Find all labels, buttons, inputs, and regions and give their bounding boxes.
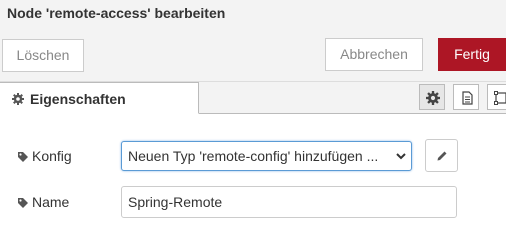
tab-properties-label: Eigenschaften [30,91,126,107]
gear-icon [12,93,24,105]
name-input[interactable] [121,186,457,218]
appearance-tab-button[interactable] [487,84,506,110]
tag-icon [18,198,28,208]
dialog-header: Node 'remote-access' bearbeiten Löschen … [0,0,506,82]
done-button[interactable]: Fertig [438,38,506,71]
cancel-button[interactable]: Abbrechen [325,38,423,71]
tab-properties[interactable]: Eigenschaften [0,82,199,114]
pencil-icon [437,151,447,161]
config-select-value: Neuen Typ 'remote-config' hinzufügen ... [128,148,379,164]
appearance-icon [494,91,506,105]
name-label: Name [17,194,107,212]
name-label-text: Name [32,194,70,210]
tag-icon [18,152,28,162]
dialog-title: Node 'remote-access' bearbeiten [7,5,226,21]
description-icon [462,91,473,105]
delete-button[interactable]: Löschen [2,39,84,72]
edit-config-button[interactable] [425,139,458,172]
description-tab-button[interactable] [453,84,479,110]
config-label: Konfig [17,148,107,166]
chevron-down-icon [396,153,406,160]
config-label-text: Konfig [32,148,72,164]
gear-icon [426,91,440,105]
settings-tab-button[interactable] [419,84,445,110]
config-select[interactable]: Neuen Typ 'remote-config' hinzufügen ... [121,141,412,171]
